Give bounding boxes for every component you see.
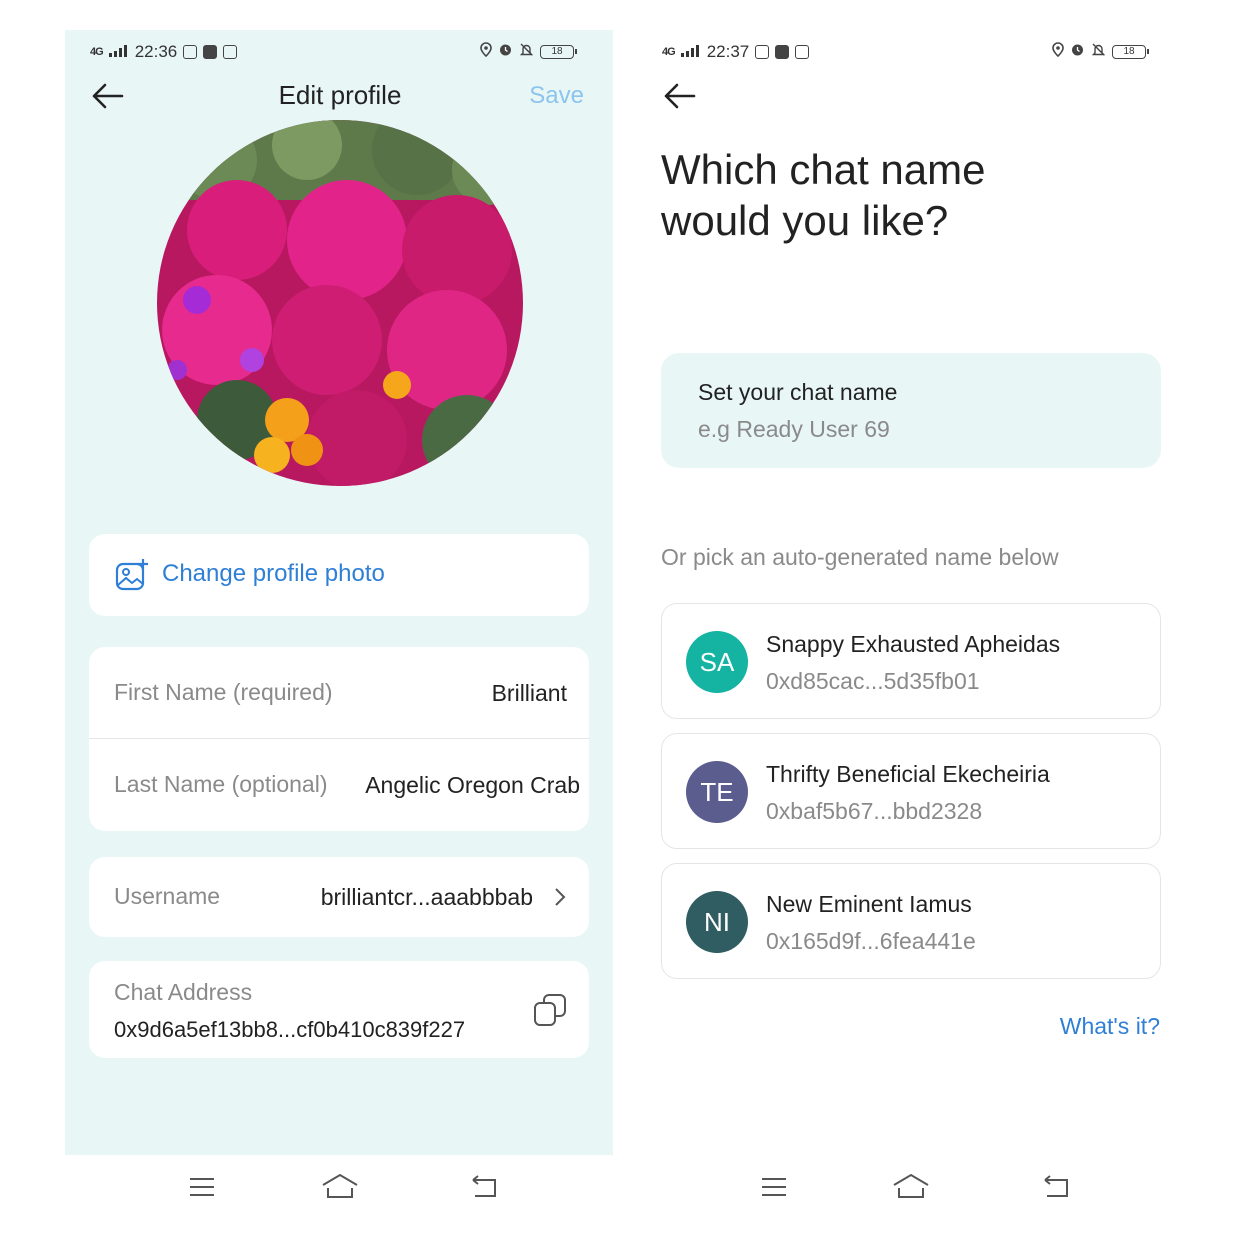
add-photo-icon — [115, 558, 149, 597]
last-name-value: Angelic Oregon Crab — [365, 772, 580, 798]
last-name-field[interactable]: Last Name (optional) Angelic Oregon Crab — [89, 739, 589, 831]
back-button[interactable] — [662, 80, 696, 117]
auto-names-heading: Or pick an auto-generated name below — [661, 544, 1059, 570]
chat-name-placeholder: e.g Ready User 69 — [698, 416, 890, 442]
chat-address-value: 0x9d6a5ef13bb8...cf0b410c839f227 — [114, 1017, 466, 1042]
alarm-icon — [498, 42, 513, 62]
option-address: 0xbaf5b67...bbd2328 — [766, 798, 983, 824]
option-name: New Eminent Iamus — [766, 891, 972, 917]
notification-icon — [203, 45, 218, 59]
location-icon — [1052, 42, 1064, 62]
chat-address-label: Chat Address — [114, 979, 253, 1005]
avatar: SA — [686, 631, 748, 693]
home-nav-button[interactable] — [892, 1173, 930, 1199]
option-address: 0x165d9f...6fea441e — [766, 928, 976, 954]
status-time: 22:37 — [706, 42, 750, 61]
status-bar: 4G 22:37 — [662, 42, 810, 62]
back-nav-button[interactable] — [1041, 1175, 1071, 1199]
notification-icon — [755, 45, 770, 59]
signal-icon — [680, 42, 701, 62]
avatar: TE — [686, 761, 748, 823]
title-line: would you like? — [661, 197, 949, 244]
location-icon — [480, 42, 492, 62]
back-button[interactable] — [90, 80, 124, 117]
username-label: Username — [114, 883, 221, 909]
status-icons: 18 — [480, 42, 577, 62]
option-address: 0xd85cac...5d35fb01 — [766, 668, 980, 694]
name-option-te[interactable]: TE Thrifty Beneficial Ekecheiria 0xbaf5b… — [661, 733, 1161, 849]
menu-icon — [190, 1178, 214, 1196]
chat-name-input[interactable]: Set your chat name e.g Ready User 69 — [661, 353, 1161, 468]
status-icons: 18 — [1052, 42, 1149, 62]
mail-icon — [795, 45, 810, 59]
notification-icon — [183, 45, 198, 59]
name-option-ni[interactable]: NI New Eminent Iamus 0x165d9f...6fea441e — [661, 863, 1161, 979]
status-time: 22:36 — [134, 42, 178, 61]
menu-nav-button[interactable] — [188, 1176, 216, 1198]
signal-icon — [108, 42, 129, 62]
save-button[interactable]: Save — [500, 82, 584, 110]
status-bar: 4G 22:36 — [90, 42, 238, 62]
first-name-value: Brilliant — [491, 680, 567, 706]
back-arrow-icon — [664, 83, 696, 109]
back-nav-button[interactable] — [469, 1175, 499, 1199]
home-icon — [893, 1173, 929, 1198]
chevron-right-icon — [553, 886, 567, 913]
title-line: Which chat name — [661, 146, 986, 193]
name-option-sa[interactable]: SA Snappy Exhausted Apheidas 0xd85cac...… — [661, 603, 1161, 719]
alarm-icon — [1070, 42, 1085, 62]
page-title: Edit profile — [278, 80, 402, 110]
mute-icon — [1091, 42, 1106, 62]
page-title: Which chat name would you like? — [661, 144, 985, 246]
battery-icon: 18 — [1112, 45, 1149, 59]
network-indicator: 4G — [662, 46, 676, 58]
network-indicator: 4G — [90, 46, 104, 58]
first-name-field[interactable]: First Name (required) Brilliant — [89, 647, 589, 739]
profile-photo[interactable] — [157, 120, 523, 486]
back-nav-icon — [1044, 1175, 1068, 1197]
home-icon — [322, 1173, 358, 1198]
option-name: Thrifty Beneficial Ekecheiria — [766, 761, 1050, 787]
chat-name-label: Set your chat name — [698, 379, 898, 405]
copy-icon[interactable] — [533, 993, 567, 1032]
username-value: brilliantcr...aaabbbab — [320, 884, 533, 910]
whats-it-link[interactable]: What's it? — [1000, 1013, 1160, 1040]
back-nav-icon — [472, 1175, 496, 1197]
change-photo-label: Change profile photo — [162, 560, 385, 587]
username-row[interactable]: Username brilliantcr...aaabbbab — [89, 857, 589, 937]
menu-icon — [762, 1178, 786, 1196]
battery-icon: 18 — [540, 45, 577, 59]
back-arrow-icon — [92, 83, 124, 109]
first-name-label: First Name (required) — [114, 679, 333, 705]
menu-nav-button[interactable] — [760, 1176, 788, 1198]
avatar: NI — [686, 891, 748, 953]
change-photo-button[interactable]: Change profile photo — [89, 534, 589, 616]
notification-icon — [775, 45, 790, 59]
last-name-label: Last Name (optional) — [114, 771, 328, 797]
chat-address-card: Chat Address 0x9d6a5ef13bb8...cf0b410c83… — [89, 961, 589, 1058]
mute-icon — [519, 42, 534, 62]
home-nav-button[interactable] — [321, 1173, 359, 1199]
mail-icon — [223, 45, 238, 59]
option-name: Snappy Exhausted Apheidas — [766, 631, 1061, 657]
name-fields-card: First Name (required) Brilliant Last Nam… — [89, 647, 589, 831]
